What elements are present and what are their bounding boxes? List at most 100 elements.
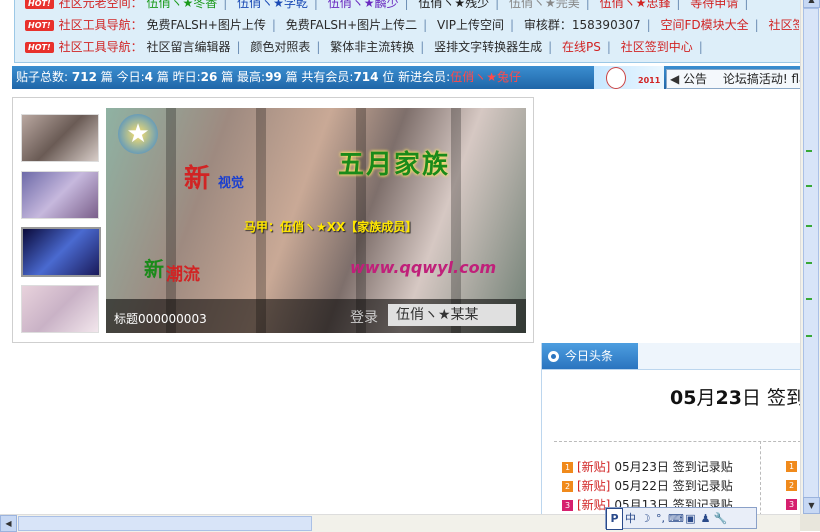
stats-label: 贴子总数: <box>16 70 69 84</box>
ime-keyboard-icon[interactable]: ⌨ <box>668 509 684 529</box>
vertical-scrollbar[interactable]: ▲ ▼ <box>800 0 820 514</box>
divider <box>554 441 801 442</box>
ime-user-icon[interactable]: ♟ <box>698 509 713 529</box>
slide-login-text: 登录 <box>350 310 378 326</box>
nav-link[interactable]: 社区签到中心 <box>621 40 693 54</box>
stats-label: 篇 共有会员: <box>285 70 354 84</box>
slide-thumbnail[interactable] <box>21 171 99 219</box>
yesterday-posts: 26 <box>200 70 218 84</box>
rank-badge: 2 <box>786 480 797 491</box>
nav-link[interactable]: 伍俏ヽ★麟少 <box>328 0 399 10</box>
nav-link[interactable]: 空间FD模块大全 <box>660 18 748 32</box>
tab-label: 今日头条 <box>565 349 614 363</box>
total-posts: 712 <box>71 70 97 84</box>
nav-link[interactable]: 伍俏ヽ★残少 <box>418 0 489 10</box>
nav-link[interactable]: 伍俏ヽ★冬香 <box>146 0 217 10</box>
today-posts: 4 <box>144 70 153 84</box>
date-month-unit: 月 <box>696 387 716 409</box>
post-title-link[interactable]: 05月22日 签到记录贴 <box>614 479 732 493</box>
date-day: 23 <box>715 387 742 409</box>
nav-link[interactable]: 伍俏ヽ★完美 <box>509 0 580 10</box>
list-item[interactable]: 2 [新贴] 05月22日 签到记录贴 <box>562 477 733 494</box>
ime-logo-icon[interactable]: P <box>606 508 623 530</box>
nav-label: 社区工具导航： <box>58 40 143 54</box>
announcement-ticker[interactable]: ◀公告 论坛搞活动! flash <box>666 69 802 89</box>
rank-badge: 1 <box>562 462 573 473</box>
horizontal-scroll-thumb[interactable] <box>18 516 312 531</box>
top-navigation: HOT! 社区元老空间： 伍俏ヽ★冬香 | 伍俏ヽ★学乾 | 伍俏ヽ★麟少 | 伍俏ヽ★… <box>14 0 802 63</box>
slide-url: www.qqwyl.com <box>350 258 497 277</box>
nav-link[interactable]: 社区留言编辑器 <box>146 40 230 54</box>
ime-punctuation-icon[interactable]: °, <box>653 509 668 529</box>
stats-label: 篇 今日: <box>100 70 145 84</box>
ime-chinese-mode-icon[interactable]: 中 <box>623 509 638 529</box>
featured-slideshow: ★ 新 视觉 五月家族 马甲：伍俏ヽ★XX【家族成员】 新 潮流 www.qqw… <box>12 97 534 343</box>
slide-thumbnail[interactable] <box>21 285 99 333</box>
date-month: 05 <box>670 387 697 409</box>
slide-text-new: 新 <box>184 164 211 194</box>
scroll-marker <box>806 150 812 152</box>
nav-label: 社区工具导航： <box>58 18 143 32</box>
max-posts: 99 <box>265 70 282 84</box>
forum-stats-bar: 贴子总数: 712 篇 今日:4 篇 昨日:26 篇 最高:99 篇 共有会员:… <box>12 66 802 89</box>
tab-bullet-icon <box>548 351 559 362</box>
nav-row-tools-2: HOT! 社区工具导航： 社区留言编辑器 | 颜色对照表 | 繁体非主流转换 | 竖排文… <box>25 36 799 58</box>
snowman-icon <box>606 67 626 89</box>
nav-link[interactable]: 竖排文字转换器生成 <box>434 40 542 54</box>
nav-link[interactable]: 颜色对照表 <box>250 40 310 54</box>
rank-badge: 3 <box>786 499 797 510</box>
stats-label: 篇 最高: <box>221 70 266 84</box>
scroll-marker <box>806 298 812 300</box>
holiday-banner: 2011 <box>594 66 664 89</box>
stats-label: 位 新进会员: <box>382 70 451 84</box>
scroll-left-button[interactable]: ◀ <box>0 515 17 532</box>
post-title-link[interactable]: 05月23日 签到记录贴 <box>614 460 732 474</box>
list-item[interactable]: 1 [新贴] 05月23日 签到记录贴 <box>562 458 733 475</box>
date-day-unit: 日 <box>741 387 761 409</box>
headlines-header: 今日头条 <box>542 343 801 370</box>
slide-title-bar: 标题000000003 登录 伍俏ヽ★某某 <box>106 299 526 333</box>
nav-link[interactable]: 繁体非主流转换 <box>330 40 414 54</box>
total-members: 714 <box>353 70 379 84</box>
scroll-up-button[interactable]: ▲ <box>803 0 820 8</box>
scroll-marker <box>806 185 812 187</box>
notice-text[interactable]: 论坛搞活动! flash <box>723 72 801 86</box>
slide-text-visual: 视觉 <box>218 176 245 191</box>
scroll-down-button[interactable]: ▼ <box>803 497 820 514</box>
star-logo-icon: ★ <box>118 114 158 154</box>
slide-title[interactable]: 标题000000003 <box>114 310 207 327</box>
slide-main-image[interactable]: ★ 新 视觉 五月家族 马甲：伍俏ヽ★XX【家族成员】 新 潮流 www.qqw… <box>106 108 526 333</box>
ime-settings-icon[interactable]: 🔧 <box>713 509 728 529</box>
scroll-marker <box>806 225 812 227</box>
nav-link[interactable]: 审核群：158390307 <box>524 18 641 32</box>
slide-thumbnail-active[interactable] <box>21 227 101 277</box>
nav-link[interactable]: 社区签到 <box>769 18 799 32</box>
nav-row-elders: HOT! 社区元老空间： 伍俏ヽ★冬香 | 伍俏ヽ★学乾 | 伍俏ヽ★麟少 | 伍俏ヽ★… <box>25 0 799 14</box>
nav-link[interactable]: 伍俏ヽ★学乾 <box>237 0 308 10</box>
hot-badge: HOT! <box>25 20 54 31</box>
post-category: [新贴] <box>577 460 611 474</box>
slide-thumbnail[interactable] <box>21 114 99 162</box>
slide-text-new-2: 新 <box>144 257 164 281</box>
nav-link[interactable]: 免费FALSH+图片上传 <box>146 18 265 32</box>
post-category: [新贴] <box>577 479 611 493</box>
hot-badge: HOT! <box>25 0 54 9</box>
nav-link[interactable]: 免费FALSH+图片上传二 <box>286 18 417 32</box>
rank-badge: 1 <box>786 461 797 472</box>
ime-toolbar: P 中 ☽ °, ⌨▣ ♟ 🔧 <box>605 507 757 530</box>
nav-link[interactable]: 伍俏ヽ★忠鋒 <box>600 0 671 10</box>
vertical-scroll-thumb[interactable] <box>803 8 819 508</box>
nav-link[interactable]: 在线PS <box>562 40 601 54</box>
slide-caption: 马甲：伍俏ヽ★XX【家族成员】 <box>244 220 418 234</box>
nav-label: 社区元老空间： <box>58 0 143 10</box>
ime-skin-icon[interactable]: ▣ <box>683 509 698 529</box>
ime-halfwidth-icon[interactable]: ☽ <box>638 509 653 529</box>
nav-link[interactable]: VIP上传空间 <box>437 18 504 32</box>
newest-member-link[interactable]: 伍俏ヽ★兔仔 <box>450 70 521 84</box>
banner-year: 2011 <box>638 76 661 85</box>
nav-link[interactable]: 等待申请 <box>690 0 738 10</box>
nav-row-tools: HOT! 社区工具导航： 免费FALSH+图片上传 | 免费FALSH+图片上传二 |… <box>25 14 799 36</box>
tab-headlines[interactable]: 今日头条 <box>542 343 638 369</box>
stats-text: 贴子总数: 712 篇 今日:4 篇 昨日:26 篇 最高:99 篇 共有会员:… <box>16 66 521 89</box>
rank-badge: 2 <box>562 481 573 492</box>
